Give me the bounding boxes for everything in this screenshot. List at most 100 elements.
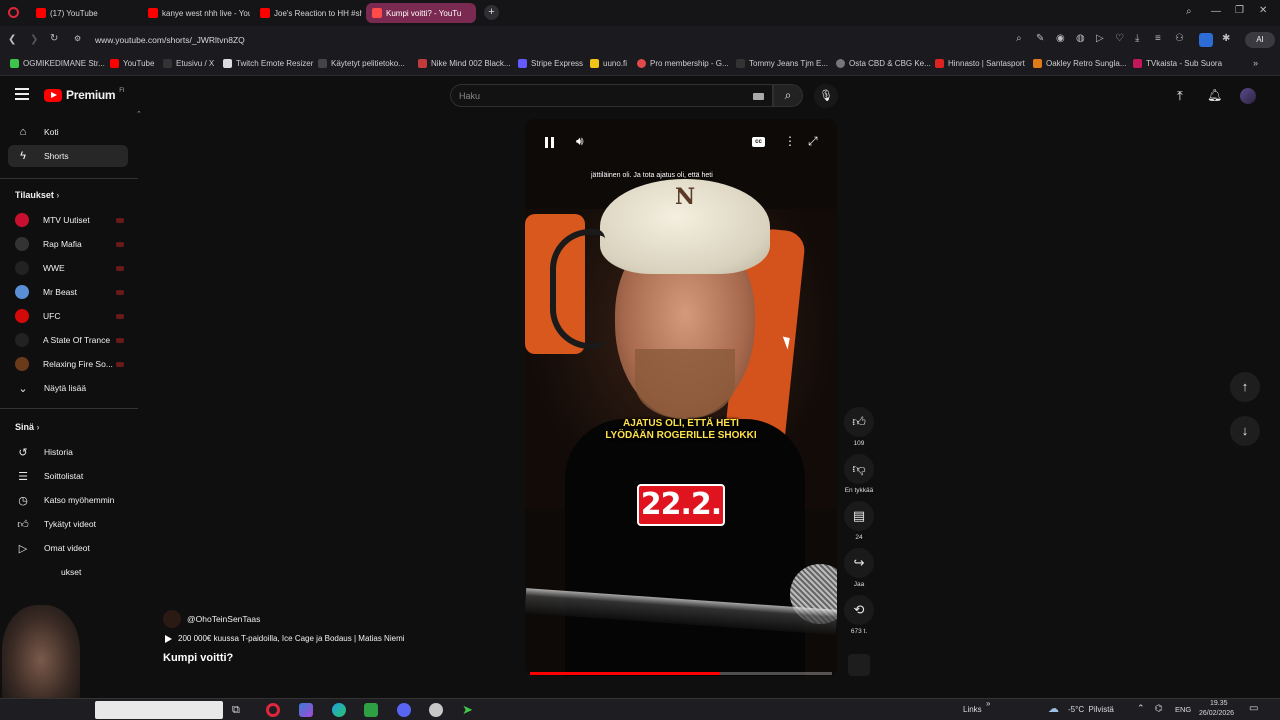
bookmark-item[interactable]: Twitch Emote Resizer bbox=[223, 59, 313, 68]
next-short-button[interactable]: ↓ bbox=[1230, 416, 1260, 446]
captions-button[interactable]: cc bbox=[752, 137, 765, 147]
new-tab-button[interactable]: + bbox=[484, 5, 499, 20]
bookmark-item[interactable]: Tommy Jeans Tjm E... bbox=[736, 59, 828, 68]
remix-button[interactable]: ⟲ 673 t. bbox=[843, 595, 875, 635]
sidebar-subscription[interactable]: A State Of Trance bbox=[8, 329, 128, 351]
voice-search-button[interactable]: 🎙 bbox=[814, 84, 838, 108]
play-icon[interactable]: ▷ bbox=[1096, 33, 1104, 44]
sidebar-item-your-videos[interactable]: ▷ Omat videot bbox=[8, 537, 128, 559]
tab-4-active[interactable]: Kumpi voitti? - YouTu bbox=[366, 3, 476, 23]
reload-icon[interactable]: ↻ bbox=[50, 33, 58, 44]
sidebar-collapse-icon[interactable]: ⌃ bbox=[136, 110, 142, 118]
arrow-app-icon[interactable]: ➤ bbox=[462, 703, 476, 717]
url-field[interactable]: www.youtube.com/shorts/_JWRltvn8ZQ bbox=[95, 35, 245, 45]
share-button[interactable]: ↪ Jaa bbox=[843, 548, 875, 588]
steam-icon[interactable] bbox=[429, 703, 443, 717]
dislike-button[interactable]: 👎︎ En tykkää bbox=[843, 454, 875, 494]
sidebar-item-watch-later[interactable]: ◷ Katso myöhemmin bbox=[8, 489, 128, 511]
sidebar-subscription[interactable]: WWE bbox=[8, 257, 128, 279]
search-tabs-icon[interactable]: ⌕ bbox=[1186, 6, 1192, 17]
maximize-icon[interactable]: ❐ bbox=[1235, 5, 1244, 16]
taskbar-search-box[interactable] bbox=[95, 701, 223, 719]
site-info-icon[interactable]: ⚙ bbox=[74, 34, 81, 43]
channel-row[interactable]: @OhoTeinSenTaas bbox=[163, 610, 260, 628]
sidebar-subscription[interactable]: UFC bbox=[8, 305, 128, 327]
comments-button[interactable]: ▤ 24 bbox=[843, 501, 875, 541]
sidebar-item-liked-videos[interactable]: 👍︎ Tykätyt videot bbox=[8, 513, 128, 535]
bookmark-item[interactable]: Pro membership - G... bbox=[637, 59, 729, 68]
search-page-icon[interactable]: ⌕ bbox=[1016, 33, 1022, 44]
youtube-premium-logo[interactable]: Premium FI bbox=[44, 88, 125, 102]
fullscreen-button[interactable]: ⤢ bbox=[808, 134, 818, 149]
back-icon[interactable]: ❮ bbox=[8, 34, 16, 45]
heart-icon[interactable]: ♡ bbox=[1115, 33, 1124, 44]
like-button[interactable]: 👍︎ 109 bbox=[843, 407, 875, 447]
bookmark-item[interactable]: uuno.fi bbox=[590, 59, 627, 68]
ai-button[interactable]: AI bbox=[1245, 32, 1275, 48]
clock-time[interactable]: 19.35 bbox=[1210, 700, 1228, 707]
search-input[interactable]: Haku bbox=[450, 84, 773, 107]
upload-icon[interactable]: ⤒ bbox=[1177, 88, 1183, 104]
bookmark-item[interactable]: Etusivu / X bbox=[163, 59, 214, 68]
sidebar-subscription[interactable]: Rap Mafia bbox=[8, 233, 128, 255]
sidebar-subscription[interactable]: Mr Beast bbox=[8, 281, 128, 303]
tab-2[interactable]: kanye west nhh live - You bbox=[142, 3, 250, 23]
sidebar-item-playlists[interactable]: ☰ Soittolistat bbox=[8, 465, 128, 487]
bookmarks-overflow-icon[interactable]: » bbox=[1253, 58, 1258, 68]
bookmark-item[interactable]: Osta CBD & CBG Ke... bbox=[836, 59, 931, 68]
opera-logo-icon[interactable] bbox=[8, 7, 19, 18]
discord-icon[interactable] bbox=[397, 703, 411, 717]
tray-chevron-icon[interactable]: ⌃ bbox=[1137, 703, 1145, 714]
puzzle-icon[interactable]: ✱ bbox=[1222, 33, 1230, 44]
menu-icon[interactable]: ≡ bbox=[1155, 33, 1161, 44]
progress-track[interactable] bbox=[530, 672, 832, 675]
bookmark-item[interactable]: Nike Mind 002 Black... bbox=[418, 59, 511, 68]
search-button[interactable]: ⌕ bbox=[773, 84, 803, 107]
show-more-button[interactable]: ⌄ Näytä lisää bbox=[8, 377, 128, 399]
task-view-icon[interactable]: ⧉ bbox=[232, 703, 246, 717]
close-window-icon[interactable]: ✕ bbox=[1259, 5, 1267, 16]
app-icon[interactable] bbox=[364, 703, 378, 717]
bookmark-item[interactable]: Stripe Express bbox=[518, 59, 583, 68]
sidebar-item-shorts[interactable]: ϟ Shorts bbox=[8, 145, 128, 167]
previous-short-button[interactable]: ↑ bbox=[1230, 372, 1260, 402]
download-icon[interactable]: ⤓ bbox=[1135, 33, 1139, 44]
sidebar-item-downloads[interactable]: ⤓ ukset bbox=[8, 561, 128, 583]
pause-button[interactable] bbox=[544, 137, 556, 149]
sidebar-item-home[interactable]: ⌂ Koti bbox=[8, 121, 128, 143]
edit-icon[interactable]: ✎ bbox=[1036, 33, 1044, 44]
weather-icon[interactable]: ☁ bbox=[1048, 702, 1059, 715]
links-overflow-icon[interactable]: » bbox=[986, 699, 990, 708]
bookmark-item[interactable]: Käytetyt pelitietoko... bbox=[318, 59, 405, 68]
vpn-icon[interactable]: ◍ bbox=[1076, 33, 1085, 44]
bookmark-item[interactable]: OGMIKEDIMANE Str... bbox=[10, 59, 105, 68]
extension-icon[interactable] bbox=[1199, 33, 1213, 47]
subscriptions-heading[interactable]: Tilaukset › bbox=[15, 190, 59, 200]
clock-date[interactable]: 26/02/2026 bbox=[1199, 710, 1234, 717]
profile-icon[interactable]: ⚇ bbox=[1175, 33, 1184, 44]
avatar[interactable] bbox=[1240, 88, 1256, 104]
more-options-button[interactable]: ⋮ bbox=[784, 134, 796, 148]
bookmark-item[interactable]: Hinnasto | Santasport bbox=[935, 59, 1025, 68]
app-icon[interactable] bbox=[299, 703, 313, 717]
you-heading[interactable]: Sinä › bbox=[15, 422, 40, 432]
sidebar-subscription[interactable]: MTV Uutiset bbox=[8, 209, 128, 231]
sound-thumbnail[interactable] bbox=[848, 654, 870, 676]
weather-text[interactable]: -5°C Pilvistä bbox=[1068, 705, 1114, 714]
tab-1[interactable]: (17) YouTube bbox=[30, 3, 138, 23]
tab-3[interactable]: Joe's Reaction to HH #sh bbox=[254, 3, 362, 23]
notifications-bell-icon[interactable]: 🔔︎ bbox=[1207, 88, 1222, 102]
camera-icon[interactable]: ◉ bbox=[1056, 33, 1065, 44]
hamburger-menu-button[interactable] bbox=[15, 88, 29, 100]
network-icon[interactable]: ⌬ bbox=[1155, 703, 1163, 714]
links-label[interactable]: Links bbox=[963, 705, 982, 714]
sidebar-item-history[interactable]: ↺ Historia bbox=[8, 441, 128, 463]
shorts-video-player[interactable]: N jättiläinen oli. Ja tota ajatus oli, e… bbox=[525, 119, 837, 676]
related-video-link[interactable]: 200 000€ kuussa T-paidoilla, Ice Cage ja… bbox=[165, 634, 405, 643]
notifications-icon[interactable]: ▭ bbox=[1249, 703, 1258, 714]
keyboard-icon[interactable] bbox=[753, 93, 764, 100]
forward-icon[interactable]: ❯ bbox=[30, 34, 38, 45]
edge-icon[interactable] bbox=[332, 703, 346, 717]
language-indicator[interactable]: ENG bbox=[1175, 705, 1191, 714]
bookmark-item[interactable]: YouTube bbox=[110, 59, 154, 68]
